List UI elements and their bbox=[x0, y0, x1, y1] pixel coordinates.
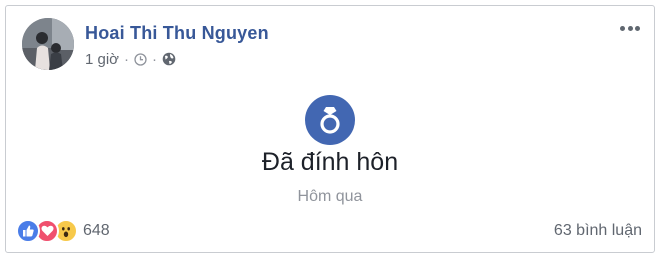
meta-separator: · bbox=[124, 50, 130, 68]
meta-separator-2: · bbox=[152, 50, 158, 68]
life-event-date: Hôm qua bbox=[297, 188, 363, 205]
more-dot bbox=[635, 25, 640, 31]
like-icon bbox=[16, 219, 40, 243]
post-meta: 1 giờ · · bbox=[85, 49, 176, 69]
clock-icon bbox=[134, 52, 147, 66]
engagement-ring-icon bbox=[305, 95, 355, 145]
author-avatar[interactable] bbox=[22, 18, 74, 70]
more-options-icon[interactable] bbox=[620, 24, 640, 32]
reactions-summary[interactable]: 648 bbox=[16, 218, 110, 244]
reaction-count[interactable]: 648 bbox=[83, 222, 110, 240]
post-card: Hoai Thi Thu Nguyen 1 giờ · · Đã đính hô… bbox=[5, 5, 655, 253]
globe-icon[interactable] bbox=[162, 52, 176, 66]
avatar-photo bbox=[22, 18, 74, 70]
more-dot bbox=[620, 25, 625, 31]
post-time[interactable]: 1 giờ bbox=[85, 51, 119, 68]
more-dot bbox=[627, 25, 633, 31]
author-name[interactable]: Hoai Thi Thu Nguyen bbox=[85, 23, 269, 44]
life-event-title: Đã đính hôn bbox=[261, 148, 399, 176]
comment-count-link[interactable]: 63 bình luận bbox=[554, 222, 642, 240]
